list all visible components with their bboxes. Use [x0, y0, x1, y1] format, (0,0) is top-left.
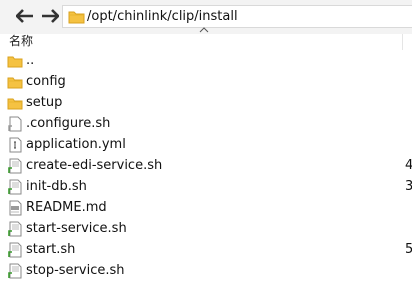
address-bar[interactable]: /opt/chinlink/clip/install [62, 5, 412, 28]
list-item-parent-folder[interactable]: .. [0, 51, 412, 72]
file-name: .configure.sh [26, 116, 111, 131]
file-name: config [26, 74, 66, 89]
script-file-icon [8, 221, 22, 237]
column-divider[interactable] [402, 34, 403, 50]
list-item-create-edi-service-sh[interactable]: create-edi-service.sh 4 [0, 156, 412, 177]
script-file-icon [8, 158, 22, 174]
folder-icon [7, 77, 23, 89]
list-item-configure-sh[interactable]: .configure.sh [0, 114, 412, 135]
arrow-left-icon [16, 9, 33, 23]
text-file-icon [9, 137, 22, 153]
folder-icon [68, 11, 85, 24]
script-file-icon [8, 179, 22, 195]
file-name: application.yml [26, 137, 126, 152]
list-item-init-db-sh[interactable]: init-db.sh 3 [0, 177, 412, 198]
list-item-start-service-sh[interactable]: start-service.sh [0, 219, 412, 240]
script-file-icon [8, 116, 22, 132]
file-size: 5 [405, 242, 412, 257]
list-item-readme-md[interactable]: README.md [0, 198, 412, 219]
file-name: init-db.sh [26, 179, 87, 194]
script-file-icon [8, 242, 22, 258]
column-header: 名称 [0, 27, 412, 50]
file-list: .. config setup .configure.sh applicatio… [0, 51, 412, 282]
column-name-header[interactable]: 名称 [9, 33, 33, 49]
arrow-right-icon [42, 9, 59, 23]
file-name: create-edi-service.sh [26, 158, 163, 173]
list-item-stop-service-sh[interactable]: stop-service.sh [0, 261, 412, 282]
folder-up-icon [7, 56, 23, 68]
file-name: start.sh [26, 242, 76, 257]
file-name: setup [26, 95, 63, 110]
file-size: 3 [405, 179, 412, 194]
script-file-icon [8, 263, 22, 279]
file-name: stop-service.sh [26, 263, 125, 278]
forward-button[interactable] [39, 6, 61, 26]
sort-chevron-up-icon [199, 27, 209, 33]
back-button[interactable] [14, 6, 36, 26]
list-item-start-sh[interactable]: start.sh 5 [0, 240, 412, 261]
address-path: /opt/chinlink/clip/install [87, 9, 238, 24]
file-size: 4 [405, 158, 412, 173]
markdown-file-icon [9, 200, 22, 216]
folder-icon [7, 98, 23, 110]
list-item-setup[interactable]: setup [0, 93, 412, 114]
file-name: start-service.sh [26, 221, 127, 236]
list-item-application-yml[interactable]: application.yml [0, 135, 412, 156]
list-item-config[interactable]: config [0, 72, 412, 93]
file-name: README.md [26, 200, 107, 215]
file-name: .. [26, 53, 35, 68]
